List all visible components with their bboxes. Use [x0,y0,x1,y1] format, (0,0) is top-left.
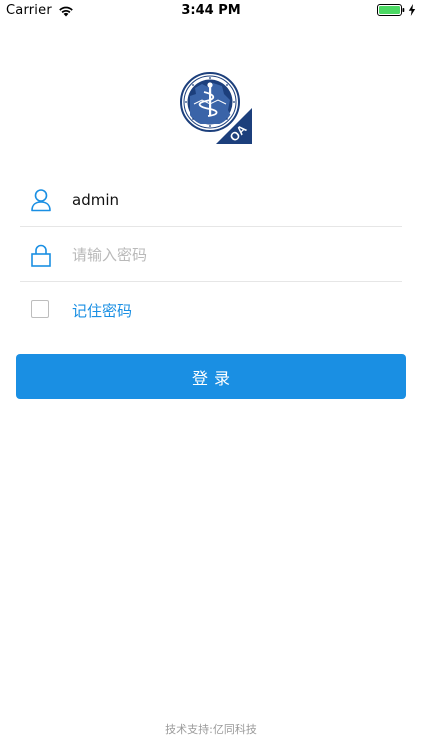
charging-icon [408,4,416,16]
username-input[interactable] [72,187,392,213]
remember-password-checkbox[interactable] [31,300,49,318]
status-bar: Carrier 3:44 PM [0,0,422,24]
footer-tech-support: 技术支持:亿同科技 [165,723,257,736]
status-time: 3:44 PM [181,3,241,18]
username-row [20,174,402,227]
hospital-logo: OA [180,72,252,144]
remember-password-row[interactable]: 记住密码 [20,284,402,336]
login-button[interactable]: 登录 [16,354,406,399]
remember-password-label[interactable]: 记住密码 [72,300,132,321]
password-row [20,229,402,282]
battery-icon [377,4,405,16]
login-screen: Carrier 3:44 PM OA admin 记住密码 登录 技术支持:亿同… [0,0,422,750]
password-input[interactable] [72,242,392,268]
status-right [377,4,416,16]
user-icon [31,189,51,212]
lock-icon [31,244,51,267]
